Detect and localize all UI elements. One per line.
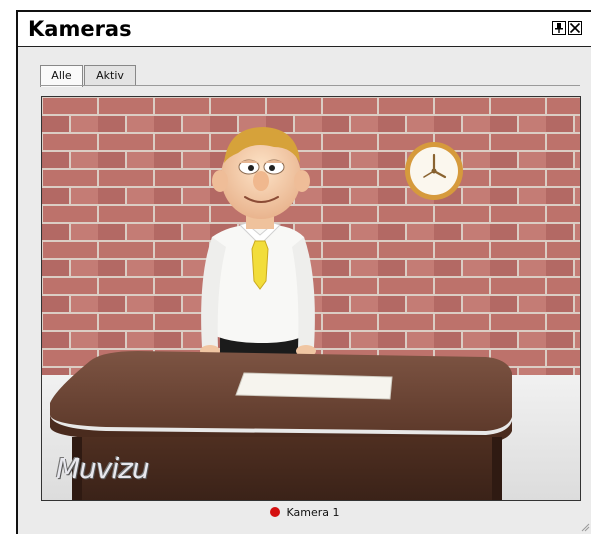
muvizu-watermark: Muvizu (56, 452, 150, 485)
tab-divider (40, 85, 580, 86)
camera-scene (42, 97, 580, 500)
clock-icon (405, 142, 463, 200)
close-icon[interactable] (568, 21, 582, 35)
camera-label: Kamera 1 (286, 506, 340, 519)
camera-window: Kameras Alle Aktiv Muvizu Kamera 1 (16, 10, 591, 534)
camera-viewport[interactable]: Muvizu (41, 96, 581, 501)
window-title: Kameras (28, 17, 132, 41)
resize-grip-icon[interactable] (580, 522, 590, 532)
tab-alle[interactable]: Alle (40, 65, 83, 87)
recording-indicator-icon (270, 507, 281, 517)
pin-icon[interactable] (552, 21, 566, 35)
camera-status: Kamera 1 (18, 503, 591, 523)
window-titlebar[interactable]: Kameras (18, 12, 591, 47)
tab-aktiv[interactable]: Aktiv (84, 65, 136, 86)
